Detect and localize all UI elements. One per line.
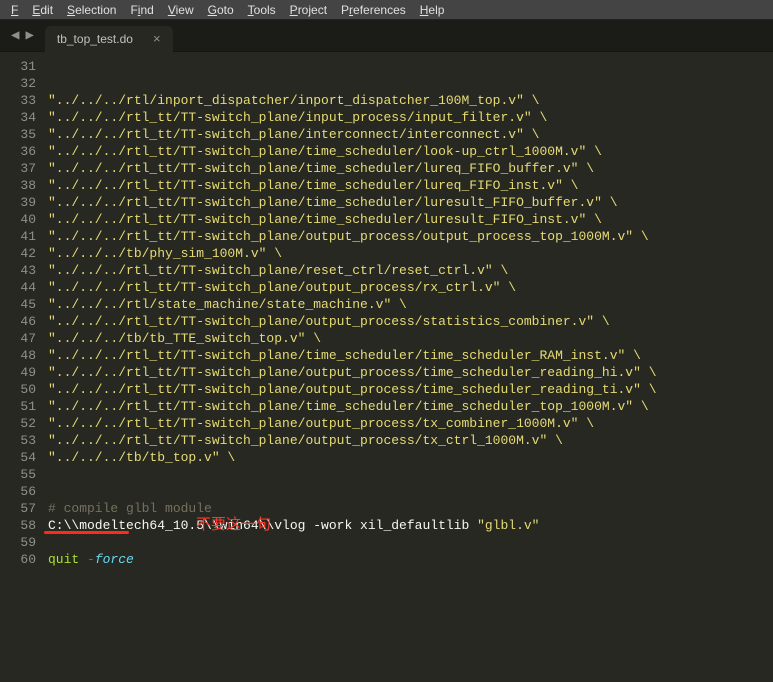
menu-bar: F Edit Selection Find View Goto Tools Pr… <box>0 0 773 20</box>
tab-file[interactable]: tb_top_test.do × <box>45 26 173 52</box>
code-line: "../../../rtl_tt/TT-switch_plane/output_… <box>48 381 773 398</box>
code-line <box>48 483 773 500</box>
menu-selection[interactable]: Selection <box>60 3 123 17</box>
code-area[interactable]: "../../../rtl/inport_dispatcher/inport_d… <box>44 52 773 682</box>
menu-file[interactable]: F <box>4 3 25 17</box>
line-number: 34 <box>0 109 36 126</box>
code-line: "../../../rtl_tt/TT-switch_plane/output_… <box>48 364 773 381</box>
line-number: 38 <box>0 177 36 194</box>
line-number: 58 <box>0 517 36 534</box>
code-line: quit -force <box>48 551 773 568</box>
code-line: "../../../rtl/state_machine/state_machin… <box>48 296 773 313</box>
code-line: "../../../tb/tb_TTE_switch_top.v" \ <box>48 330 773 347</box>
menu-view[interactable]: View <box>161 3 201 17</box>
code-line: "../../../rtl_tt/TT-switch_plane/time_sc… <box>48 177 773 194</box>
line-number: 42 <box>0 245 36 262</box>
line-number: 43 <box>0 262 36 279</box>
menu-edit[interactable]: Edit <box>25 3 60 17</box>
line-number: 52 <box>0 415 36 432</box>
line-number: 33 <box>0 92 36 109</box>
menu-find[interactable]: Find <box>123 3 160 17</box>
menu-project[interactable]: Project <box>283 3 334 17</box>
line-number: 31 <box>0 58 36 75</box>
line-number: 41 <box>0 228 36 245</box>
line-number-gutter: 3132333435363738394041424344454647484950… <box>0 52 44 682</box>
code-line: "../../../rtl_tt/TT-switch_plane/output_… <box>48 228 773 245</box>
code-line: "../../../rtl_tt/TT-switch_plane/output_… <box>48 279 773 296</box>
nav-forward-icon[interactable]: ▶ <box>22 27 36 44</box>
annotation-text: 不要这一句 <box>196 516 271 533</box>
line-number: 44 <box>0 279 36 296</box>
line-number: 39 <box>0 194 36 211</box>
menu-help[interactable]: Help <box>413 3 452 17</box>
tab-bar: ◀ ▶ tb_top_test.do × <box>0 20 773 52</box>
code-line: "../../../rtl_tt/TT-switch_plane/time_sc… <box>48 160 773 177</box>
line-number: 48 <box>0 347 36 364</box>
code-line: C:\\modeltech64_10.5\\win64\\vlog -work … <box>48 517 773 534</box>
tab-title: tb_top_test.do <box>57 32 133 46</box>
code-line: "../../../rtl_tt/TT-switch_plane/time_sc… <box>48 143 773 160</box>
line-number: 46 <box>0 313 36 330</box>
code-line: "../../../rtl_tt/TT-switch_plane/reset_c… <box>48 262 773 279</box>
menu-tools[interactable]: Tools <box>241 3 283 17</box>
code-line: "../../../rtl_tt/TT-switch_plane/time_sc… <box>48 194 773 211</box>
line-number: 50 <box>0 381 36 398</box>
code-line <box>48 534 773 551</box>
code-line: "../../../tb/tb_top.v" \ <box>48 449 773 466</box>
code-line <box>48 568 773 585</box>
close-icon[interactable]: × <box>153 31 161 46</box>
menu-goto[interactable]: Goto <box>201 3 241 17</box>
code-line: "../../../rtl_tt/TT-switch_plane/output_… <box>48 415 773 432</box>
line-number: 56 <box>0 483 36 500</box>
line-number: 37 <box>0 160 36 177</box>
annotation-underline <box>44 531 129 534</box>
editor[interactable]: 3132333435363738394041424344454647484950… <box>0 52 773 682</box>
code-line: "../../../rtl_tt/TT-switch_plane/time_sc… <box>48 398 773 415</box>
code-line <box>48 585 773 602</box>
line-number: 51 <box>0 398 36 415</box>
code-line: "../../../rtl_tt/TT-switch_plane/output_… <box>48 313 773 330</box>
line-number: 35 <box>0 126 36 143</box>
code-line <box>48 466 773 483</box>
code-line: "../../../rtl_tt/TT-switch_plane/input_p… <box>48 109 773 126</box>
code-line: "../../../rtl/inport_dispatcher/inport_d… <box>48 92 773 109</box>
line-number: 32 <box>0 75 36 92</box>
line-number: 60 <box>0 551 36 568</box>
line-number: 49 <box>0 364 36 381</box>
code-line: "../../../rtl_tt/TT-switch_plane/output_… <box>48 432 773 449</box>
line-number: 53 <box>0 432 36 449</box>
line-number: 55 <box>0 466 36 483</box>
line-number: 40 <box>0 211 36 228</box>
code-line: # compile glbl module <box>48 500 773 517</box>
nav-back-icon[interactable]: ◀ <box>8 27 22 44</box>
menu-preferences[interactable]: Preferences <box>334 3 413 17</box>
line-number: 36 <box>0 143 36 160</box>
code-line: "../../../rtl_tt/TT-switch_plane/time_sc… <box>48 347 773 364</box>
line-number: 47 <box>0 330 36 347</box>
line-number: 54 <box>0 449 36 466</box>
code-line: "../../../rtl_tt/TT-switch_plane/time_sc… <box>48 211 773 228</box>
code-line: "../../../rtl_tt/TT-switch_plane/interco… <box>48 126 773 143</box>
line-number: 45 <box>0 296 36 313</box>
line-number: 59 <box>0 534 36 551</box>
code-line: "../../../tb/phy_sim_100M.v" \ <box>48 245 773 262</box>
line-number: 57 <box>0 500 36 517</box>
